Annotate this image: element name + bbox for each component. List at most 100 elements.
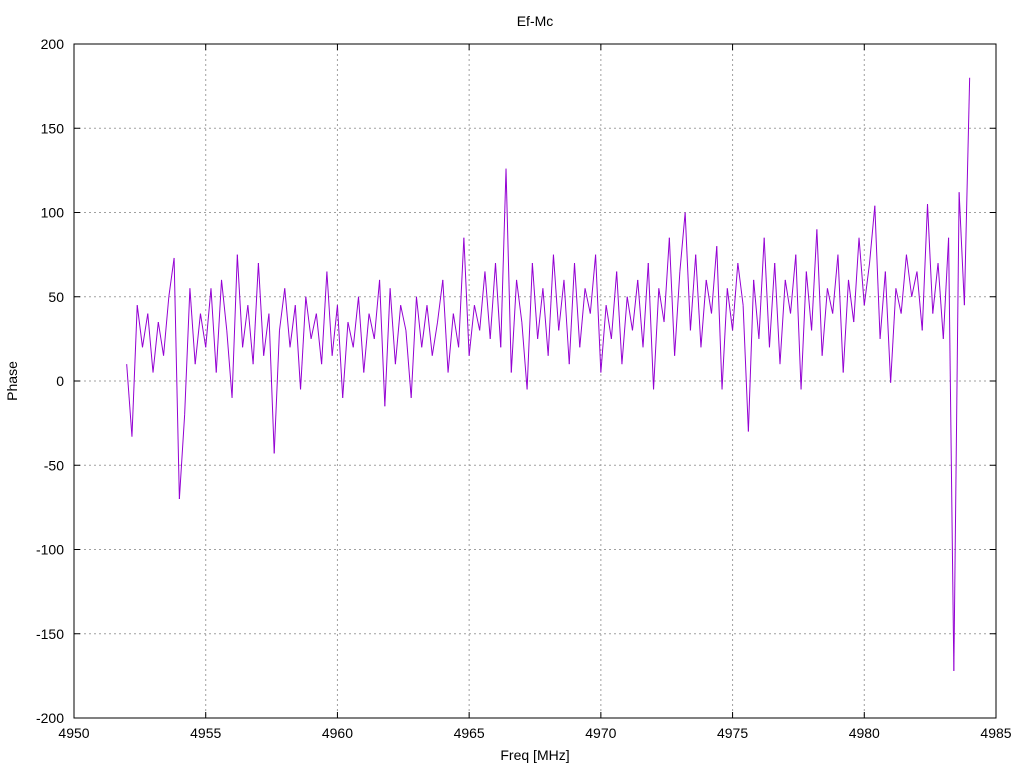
- data-segment: [631, 279, 639, 331]
- data-segment: [268, 313, 275, 454]
- data-segment: [163, 296, 170, 356]
- data-segment: [937, 263, 944, 339]
- grid: [74, 44, 996, 718]
- data-segment: [847, 279, 855, 323]
- data-segment: [247, 305, 254, 365]
- data-segment: [758, 237, 765, 339]
- data-segment: [811, 229, 818, 331]
- data-segment: [842, 279, 849, 373]
- data-segment: [674, 271, 681, 356]
- x-tick-label: 4960: [322, 725, 353, 741]
- x-tick-label: 4965: [454, 725, 485, 741]
- data-segment: [479, 271, 486, 331]
- data-segment: [948, 237, 955, 671]
- data-segment: [494, 263, 502, 348]
- data-segment: [716, 246, 723, 390]
- data-segment: [653, 288, 660, 390]
- data-segment: [473, 305, 481, 331]
- data-segment: [932, 262, 939, 314]
- data-segment: [289, 305, 296, 348]
- data-segment: [616, 271, 623, 365]
- data-segment: [384, 288, 391, 407]
- y-tick-label: -50: [44, 457, 64, 473]
- data-segment: [231, 254, 238, 398]
- data-segment: [574, 263, 581, 348]
- data-segment: [452, 313, 460, 348]
- data-segment: [373, 279, 381, 339]
- data-segment: [658, 288, 665, 323]
- phase-chart: 4950 4955 4960 4965 4970 4975 4980 4985 -200 -150…: [4, 13, 1012, 763]
- data-segment: [126, 364, 133, 437]
- data-segment: [600, 305, 607, 373]
- data-segment: [911, 271, 918, 297]
- data-segment: [278, 288, 286, 331]
- y-tick-label: -150: [36, 626, 64, 642]
- data-segment: [753, 279, 760, 339]
- data-segment: [584, 288, 591, 314]
- data-segment: [595, 254, 602, 373]
- data-segment: [210, 288, 217, 373]
- data-segment: [774, 263, 781, 365]
- data-segment: [916, 271, 923, 331]
- data-segment: [537, 288, 544, 339]
- y-tick-label: -100: [36, 542, 64, 558]
- data-segment: [795, 254, 802, 390]
- y-tick-label: 100: [41, 205, 65, 221]
- x-axis-label: Freq [MHz]: [500, 747, 569, 763]
- data-segment: [389, 288, 396, 365]
- data-segment: [963, 77, 971, 306]
- data-segment: [184, 288, 191, 415]
- data-segment: [194, 313, 201, 365]
- data-segment: [273, 330, 280, 454]
- data-segment: [141, 313, 149, 348]
- data-segment: [379, 279, 386, 407]
- data-segment: [863, 262, 871, 306]
- x-tick-label: 4975: [717, 725, 748, 741]
- data-segment: [415, 296, 423, 348]
- data-segment: [531, 263, 539, 339]
- data-segment: [458, 237, 465, 348]
- data-segment: [321, 271, 328, 365]
- data-segment: [700, 279, 707, 348]
- data-segment: [489, 263, 496, 339]
- data-segment: [147, 313, 154, 373]
- data-segment: [368, 313, 375, 339]
- data-segment: [236, 254, 244, 348]
- data-segment: [589, 254, 597, 314]
- y-tick-label: 0: [56, 373, 64, 389]
- data-segment: [342, 321, 349, 398]
- y-tick-label: 50: [48, 289, 64, 305]
- data-segment: [310, 313, 317, 339]
- data-segment: [168, 257, 175, 297]
- data-segment: [263, 313, 270, 356]
- data-segment: [426, 305, 433, 356]
- data-segment: [742, 305, 749, 432]
- data-segment: [921, 204, 929, 331]
- data-segment: [178, 414, 186, 499]
- data-segment: [679, 212, 686, 272]
- data-segment: [468, 305, 475, 356]
- data-segment: [305, 296, 312, 339]
- data-segment: [790, 254, 797, 314]
- x-tick-label: 4985: [980, 725, 1011, 741]
- data-segment: [610, 271, 618, 339]
- data-segment: [505, 168, 512, 373]
- x-tick-label: 4950: [58, 725, 89, 741]
- data-segment: [516, 279, 523, 323]
- data-segment: [315, 313, 323, 365]
- data-segment: [884, 271, 892, 383]
- data-segment: [732, 263, 739, 331]
- data-segment: [405, 330, 412, 398]
- data-segment: [510, 279, 518, 373]
- data-segment: [252, 263, 259, 365]
- data-segment: [294, 305, 302, 390]
- data-segment: [721, 288, 728, 390]
- data-segment: [826, 288, 834, 314]
- data-segment: [779, 279, 786, 365]
- data-segment: [869, 205, 876, 264]
- x-tick-label: 4980: [849, 725, 880, 741]
- y-tick-label: -200: [36, 710, 64, 726]
- data-segment: [737, 262, 744, 306]
- data-segment: [400, 305, 407, 331]
- series-ef-mc: [126, 77, 971, 671]
